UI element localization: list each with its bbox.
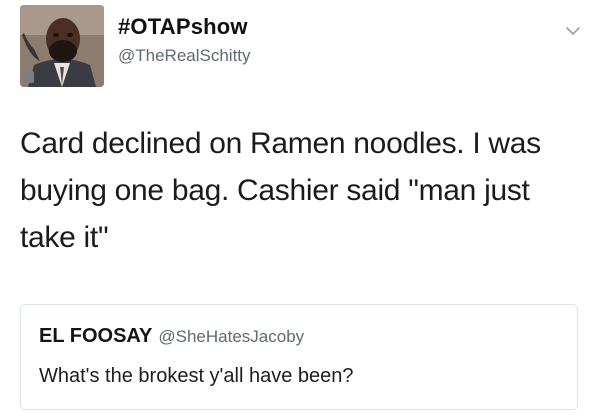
tweet-text-content: Card declined on Ramen noodles. I was bu…	[20, 127, 541, 254]
avatar[interactable]	[20, 5, 104, 87]
user-handle[interactable]: @TheRealSchitty	[118, 46, 251, 66]
user-avatar-icon	[20, 5, 104, 87]
quoted-tweet-handle: @SheHatesJacoby	[158, 327, 305, 346]
quoted-tweet-text: What's the brokest y'all have been?	[39, 365, 354, 387]
chevron-down-icon[interactable]	[562, 20, 584, 42]
display-name[interactable]: #OTAPshow	[118, 14, 248, 40]
quoted-tweet-header: EL FOOSAY @SheHatesJacoby	[39, 325, 304, 348]
quoted-tweet-name: EL FOOSAY	[39, 325, 153, 347]
quoted-tweet[interactable]: EL FOOSAY @SheHatesJacoby What's the brok…	[20, 304, 578, 410]
tweet-card: #OTAPshow @TheRealSchitty Card declined …	[0, 0, 600, 417]
tweet-text: Card declined on Ramen noodles. I was bu…	[20, 120, 590, 261]
